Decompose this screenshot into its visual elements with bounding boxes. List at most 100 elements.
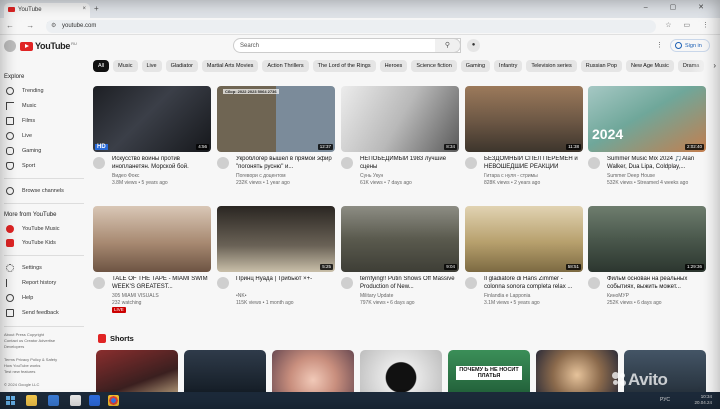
- channel-name[interactable]: Finlandia e Lapponia: [484, 293, 584, 299]
- filter-chip[interactable]: Television series: [526, 60, 577, 72]
- video-card[interactable]: 9:04 terrifying!! Putin Shows Off Massive…: [341, 206, 461, 318]
- video-thumbnail[interactable]: 8:34: [341, 86, 459, 152]
- video-title[interactable]: БЕЗДОМНЫЙ СПЕЛ ПЕРЕМЕН и НЕВОШЕДШИЕ РЕАК…: [484, 156, 584, 171]
- channel-avatar[interactable]: [588, 157, 600, 169]
- channel-name[interactable]: Сунь Укун: [360, 173, 460, 179]
- sign-in-button[interactable]: Sign in: [670, 39, 710, 52]
- sidebar-item-sport[interactable]: Sport: [4, 160, 35, 172]
- video-thumbnail[interactable]: 58:51: [465, 206, 583, 272]
- video-card[interactable]: TALE OF THE TAPE - MIAMI SWIM WEEK'S GRE…: [93, 206, 213, 318]
- sidebar-item-youtube-music[interactable]: YouTube Music: [4, 223, 60, 235]
- video-title[interactable]: terrifying!! Putin Shows Off Massive Pro…: [360, 276, 460, 291]
- taskbar-app-icon[interactable]: [89, 395, 100, 406]
- video-title[interactable]: Искусство войны против инопланетян. Морс…: [112, 156, 212, 171]
- youtube-logo[interactable]: YouTube RU: [20, 41, 77, 51]
- new-tab-button[interactable]: +: [94, 4, 99, 13]
- filter-chip[interactable]: Heroes: [379, 60, 408, 72]
- video-title[interactable]: Принц Нуада | Трибьют ×+-: [236, 276, 336, 284]
- channel-name[interactable]: Видео Фокс: [112, 173, 212, 179]
- video-thumbnail[interactable]: HD 4:56: [93, 86, 211, 152]
- filter-chip[interactable]: Russian Pop: [580, 60, 622, 72]
- footer-line[interactable]: Developers: [4, 344, 86, 350]
- video-thumbnail[interactable]: 9:04: [341, 206, 459, 272]
- guide-menu-icon[interactable]: [4, 40, 16, 52]
- video-thumbnail[interactable]: 5:25: [217, 206, 335, 272]
- filter-chip[interactable]: Gaming: [460, 60, 491, 72]
- tab-close-icon[interactable]: ×: [82, 6, 86, 12]
- sidebar-item-youtube-kids[interactable]: YouTube Kids: [4, 237, 56, 249]
- video-thumbnail[interactable]: 11:38: [465, 86, 583, 152]
- search-input[interactable]: Search: [233, 38, 461, 53]
- footer-links[interactable]: About Press Copyright Contact us Creator…: [4, 332, 86, 350]
- video-thumbnail[interactable]: [93, 206, 211, 272]
- video-title[interactable]: НЕПОБЕДИМЫЙ 1983 лучшие сцены: [360, 156, 460, 171]
- system-clock[interactable]: 10:34 20.04.24: [694, 394, 712, 406]
- filter-chip[interactable]: Martial Arts Movies: [201, 60, 259, 72]
- settings-menu-icon[interactable]: ⋮: [656, 41, 663, 49]
- video-title[interactable]: Summer Music Mix 2024 🎵Alan Walker, Dua …: [607, 156, 707, 171]
- taskbar-app-icon[interactable]: [70, 395, 81, 406]
- channel-avatar[interactable]: [588, 277, 600, 289]
- channel-avatar[interactable]: [465, 157, 477, 169]
- channel-name[interactable]: Summer Deep House: [607, 173, 707, 179]
- channel-name[interactable]: КиноМУР: [607, 293, 707, 299]
- filter-chip[interactable]: The Lord of the Rings: [312, 60, 376, 72]
- video-title[interactable]: TALE OF THE TAPE - MIAMI SWIM WEEK'S GRE…: [112, 276, 212, 291]
- browser-action-icons[interactable]: ☆ ▭ ⋮: [665, 21, 714, 29]
- address-bar[interactable]: ⚙ youtube.com: [46, 20, 656, 33]
- browser-tab[interactable]: YouTube ×: [4, 3, 90, 18]
- chips-next-icon[interactable]: ›: [713, 61, 716, 70]
- video-title[interactable]: Il gladiatore di Hans Zimmer - colonna s…: [484, 276, 584, 291]
- sidebar-item-music[interactable]: Music: [4, 100, 36, 112]
- channel-avatar[interactable]: [341, 277, 353, 289]
- sidebar-item-report-history[interactable]: Report history: [4, 277, 56, 289]
- video-card[interactable]: 1:29:36 Фильм основан на реальных события…: [588, 206, 708, 318]
- sidebar-item-live[interactable]: Live: [4, 130, 32, 142]
- sidebar-item-trending[interactable]: Trending: [4, 85, 44, 97]
- channel-avatar[interactable]: [93, 157, 105, 169]
- video-card[interactable]: 5:25 Принц Нуада | Трибьют ×+- •NK• 115K vi…: [217, 206, 337, 318]
- filter-chip[interactable]: Infantry: [494, 60, 523, 72]
- video-card[interactable]: 58:51 Il gladiatore di Hans Zimmer - colo…: [465, 206, 585, 318]
- channel-avatar[interactable]: [465, 277, 477, 289]
- search-button[interactable]: ⚲: [435, 38, 461, 53]
- video-card[interactable]: Сбор: 2022 2023 5064 2736 12:37 Укроблогер…: [217, 86, 337, 198]
- channel-name[interactable]: Military Update: [360, 293, 460, 299]
- channel-name[interactable]: 305 MIAMI VISUALS: [112, 293, 212, 299]
- channel-name[interactable]: •NK•: [236, 293, 336, 299]
- file-explorer-icon[interactable]: [26, 395, 37, 406]
- video-card[interactable]: 2024 2:02:40 Summer Music Mix 2024 🎵Alan W…: [588, 86, 708, 198]
- channel-avatar[interactable]: [93, 277, 105, 289]
- sidebar-item-films[interactable]: Films: [4, 115, 35, 127]
- video-card[interactable]: HD 4:56 Искусство войны против инопланетян…: [93, 86, 213, 198]
- language-indicator[interactable]: РУС: [660, 397, 670, 403]
- filter-chip[interactable]: Action Thrillers: [262, 60, 309, 72]
- sidebar-item-help[interactable]: Help: [4, 292, 33, 304]
- sidebar-item-gaming[interactable]: Gaming: [4, 145, 41, 157]
- channel-avatar[interactable]: [217, 157, 229, 169]
- footer-line[interactable]: Test new features: [4, 369, 86, 375]
- channel-avatar[interactable]: [341, 157, 353, 169]
- voice-search-icon[interactable]: ●: [467, 39, 480, 52]
- window-controls[interactable]: – ▢ ✕: [644, 3, 714, 11]
- channel-name[interactable]: Погевори с доцентом: [236, 173, 336, 179]
- sidebar-item-settings[interactable]: Settings: [4, 262, 42, 274]
- sidebar-item-browse-channels[interactable]: Browse channels: [4, 185, 64, 197]
- video-thumbnail[interactable]: Сбор: 2022 2023 5064 2736 12:37: [217, 86, 335, 152]
- video-card[interactable]: 8:34 НЕПОБЕДИМЫЙ 1983 лучшие сцены Сунь Ук…: [341, 86, 461, 198]
- sidebar-item-send-feedback[interactable]: Send feedback: [4, 307, 59, 319]
- chrome-icon[interactable]: [108, 395, 119, 406]
- filter-chip[interactable]: New Age Music: [625, 60, 674, 72]
- taskbar-app-icon[interactable]: [48, 395, 59, 406]
- video-thumbnail[interactable]: 1:29:36: [588, 206, 706, 272]
- filter-chip[interactable]: All: [93, 60, 110, 72]
- video-title[interactable]: Фильм основан на реальных событиях, выжи…: [607, 276, 707, 291]
- filter-chip[interactable]: Music: [113, 60, 138, 72]
- filter-chip[interactable]: Science fiction: [411, 60, 457, 72]
- video-thumbnail[interactable]: 2024 2:02:40: [588, 86, 706, 152]
- video-title[interactable]: Укроблогер вышел в прямой эфир "погонять…: [236, 156, 336, 171]
- site-info-icon[interactable]: ⚙: [51, 22, 56, 29]
- filter-chip[interactable]: Gladiator: [165, 60, 198, 72]
- video-card[interactable]: 11:38 БЕЗДОМНЫЙ СПЕЛ ПЕРЕМЕН и НЕВОШЕДШИЕ…: [465, 86, 585, 198]
- windows-start-icon[interactable]: [6, 396, 15, 405]
